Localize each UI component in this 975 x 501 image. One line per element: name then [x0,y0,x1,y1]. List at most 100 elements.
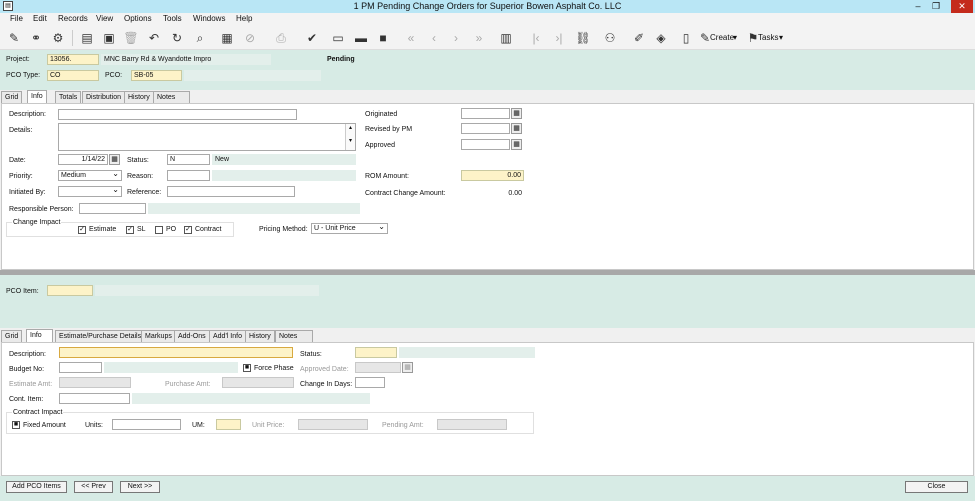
po-checkbox[interactable] [155,226,163,234]
item-tab-grid[interactable]: Grid [1,330,23,342]
item-status-input[interactable] [355,347,397,358]
item-tab-add-ons[interactable]: Add-Ons [174,330,210,342]
tasks-chevron-down-icon[interactable]: ▾ [779,33,783,42]
close-button[interactable]: Close [905,481,968,493]
tab-totals[interactable]: Totals [55,91,82,103]
bottom-bar: Add PCO Items << Prev Next >> Close [0,476,975,501]
stack-icon[interactable]: ◈ [653,30,669,46]
item-description-input[interactable] [59,347,293,358]
delete-icon[interactable]: 🗑 [123,30,139,46]
rom-amount-input[interactable]: 0.00 [461,170,524,181]
menu-edit[interactable]: Edit [33,14,47,23]
item-tab-history[interactable]: History [245,330,275,342]
item-tab-markups[interactable]: Markups [141,330,176,342]
layout-full-icon[interactable]: ■ [375,30,391,46]
force-phase-checkbox[interactable]: ■ [243,364,251,372]
revised-by-pm-input[interactable] [461,123,510,134]
next-record-icon[interactable]: › [448,30,464,46]
print-icon[interactable]: ⎙ [273,30,289,46]
cont-item-input[interactable] [59,393,130,404]
next-button[interactable]: Next >> [120,481,160,493]
last-record-icon[interactable]: » [471,30,487,46]
pco-field[interactable]: SB-05 [131,70,182,81]
fixed-amount-checkbox[interactable]: ■ [12,421,20,429]
item-tab-notes[interactable]: Notes [275,330,313,342]
close-window-button[interactable]: ✕ [951,0,973,13]
create-chevron-down-icon[interactable]: ▾ [733,33,737,42]
link-icon[interactable]: ⛓ [575,30,591,46]
project-field[interactable]: 13056. [47,54,99,65]
search-icon[interactable]: ⌕ [192,30,208,46]
description-input[interactable] [58,109,297,120]
layout-bottom-icon[interactable]: ▬ [353,30,369,46]
restore-button[interactable]: ❐ [928,0,944,13]
group-icon[interactable]: ⚇ [602,30,618,46]
grid-icon[interactable]: ▦ [219,30,235,46]
initiated-by-select[interactable] [58,186,122,197]
reason-input[interactable] [167,170,210,181]
binoculars-icon[interactable]: ⚭ [28,30,44,46]
menu-view[interactable]: View [96,14,113,23]
attachment-icon[interactable]: ⊘ [242,30,258,46]
clipboard-icon[interactable]: ▯ [678,30,694,46]
settings-icon[interactable]: ⚙ [50,30,66,46]
sl-checkbox[interactable]: ✓ [126,226,134,234]
new-document-icon[interactable]: ▤ [79,30,95,46]
originated-calendar-icon[interactable]: ▦ [511,108,522,119]
reference-input[interactable] [167,186,295,197]
prev-button[interactable]: << Prev [74,481,113,493]
tab-history[interactable]: History [124,91,154,103]
add-pco-items-button[interactable]: Add PCO Items [6,481,67,493]
last-page-icon[interactable]: ›| [551,30,567,46]
item-tab-estimate-purchase[interactable]: Estimate/Purchase Details [55,330,146,342]
status-input[interactable]: N [167,154,210,165]
item-tab-info[interactable]: Info [26,329,53,342]
menu-file[interactable]: File [10,14,23,23]
date-calendar-icon[interactable]: ▦ [109,154,120,165]
originated-input[interactable] [461,108,510,119]
undo-icon[interactable]: ↶ [146,30,162,46]
reason-description [212,170,356,181]
table-view-icon[interactable]: ▥ [498,30,514,46]
details-textarea[interactable] [58,123,356,151]
pricing-method-select[interactable]: U - Unit Price [311,223,388,234]
um-input[interactable] [216,419,241,430]
minimize-button[interactable]: – [910,0,926,13]
tab-info[interactable]: Info [27,90,47,103]
prev-record-icon[interactable]: ‹ [426,30,442,46]
priority-select[interactable]: Medium [58,170,122,181]
item-tab-addl-info[interactable]: Add'l Info [209,330,246,342]
first-page-icon[interactable]: |‹ [528,30,544,46]
save-icon[interactable]: ▣ [101,30,117,46]
menu-tools[interactable]: Tools [163,14,182,23]
approved-input[interactable] [461,139,510,150]
create-menu[interactable]: Create [710,33,734,42]
responsible-person-input[interactable] [79,203,146,214]
pco-item-input[interactable] [47,285,93,296]
spellcheck-icon[interactable]: ✔ [304,30,320,46]
revised-calendar-icon[interactable]: ▦ [511,123,522,134]
pen-icon[interactable]: ✐ [631,30,647,46]
contract-checkbox[interactable]: ✓ [184,226,192,234]
first-record-icon[interactable]: « [403,30,419,46]
tasks-menu[interactable]: Tasks [758,33,778,42]
menu-options[interactable]: Options [124,14,152,23]
pco-type-field[interactable]: CO [47,70,99,81]
tab-grid[interactable]: Grid [1,91,23,103]
units-input[interactable] [112,419,181,430]
budget-no-input[interactable] [59,362,102,373]
estimate-amt-label: Estimate Amt: [9,381,53,388]
details-scrollbar[interactable]: ▴ ▾ [345,124,355,150]
change-in-days-input[interactable] [355,377,385,388]
layout-top-icon[interactable]: ▭ [330,30,346,46]
tab-distribution[interactable]: Distribution [82,91,126,103]
menu-windows[interactable]: Windows [193,14,225,23]
estimate-checkbox[interactable]: ✓ [78,226,86,234]
menu-records[interactable]: Records [58,14,88,23]
menu-help[interactable]: Help [236,14,252,23]
edit-icon[interactable]: ✎ [6,30,22,46]
tab-notes[interactable]: Notes [153,91,190,103]
approved-calendar-icon[interactable]: ▦ [511,139,522,150]
date-input[interactable]: 1/14/22 [58,154,108,165]
refresh-icon[interactable]: ↻ [169,30,185,46]
